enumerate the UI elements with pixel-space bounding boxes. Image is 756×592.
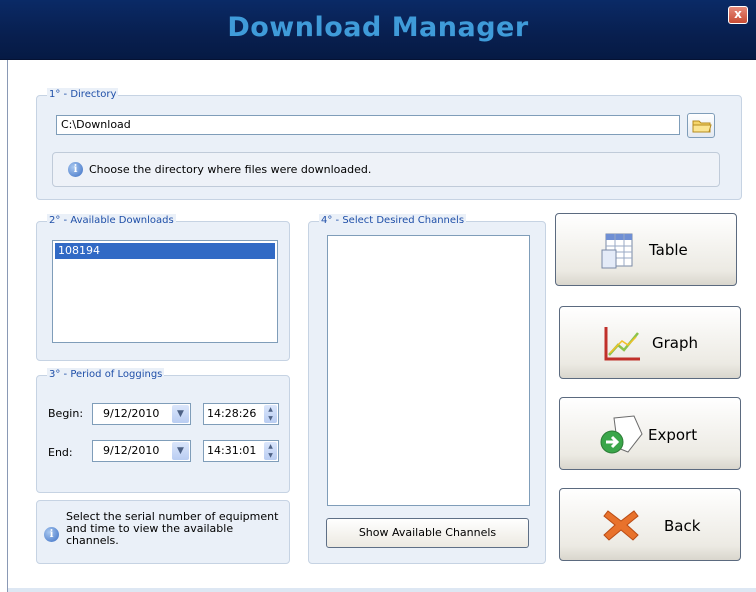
period-group: 3° - Period of Loggings Begin: 9/12/2010… — [36, 368, 290, 493]
cancel-x-icon — [603, 510, 639, 541]
begin-time-spinner[interactable]: 14:28:26 ▲ ▼ — [203, 403, 279, 425]
title-bar: Download Manager x — [0, 0, 756, 60]
back-button[interactable]: Back — [559, 488, 741, 561]
chevron-down-icon[interactable]: ▼ — [172, 442, 189, 460]
directory-info-box: i Choose the directory where files were … — [52, 152, 720, 187]
browse-folder-button[interactable] — [687, 113, 715, 138]
export-icon — [600, 415, 643, 454]
window-frame-bottom — [8, 588, 756, 592]
hint-box: i Select the serial number of equipment … — [36, 500, 290, 564]
downloads-group: 2° - Available Downloads 108194 — [36, 214, 290, 361]
export-button-label: Export — [648, 426, 698, 444]
window-title: Download Manager — [227, 12, 529, 43]
downloads-list[interactable]: 108194 — [52, 240, 278, 343]
export-button[interactable]: Export — [559, 397, 741, 470]
end-label: End: — [48, 446, 73, 459]
window-frame-left — [0, 60, 8, 592]
close-button[interactable]: x — [728, 6, 748, 24]
directory-path-input[interactable]: C:\Download — [56, 115, 680, 135]
table-button-label: Table — [649, 241, 688, 259]
back-button-label: Back — [664, 517, 701, 535]
end-time-spinner[interactable]: 14:31:01 ▲ ▼ — [203, 440, 279, 462]
list-item[interactable]: 108194 — [55, 243, 275, 259]
spinner-arrows-icon[interactable]: ▲ ▼ — [264, 442, 277, 460]
info-icon: i — [68, 162, 83, 177]
graph-icon — [604, 327, 640, 361]
begin-date-value: 9/12/2010 — [103, 407, 160, 420]
graph-button-label: Graph — [652, 334, 699, 352]
graph-button[interactable]: Graph — [559, 306, 741, 379]
directory-legend: 1° - Directory — [47, 88, 119, 102]
channels-list[interactable] — [327, 235, 530, 506]
hint-text: Select the serial number of equipment an… — [66, 510, 279, 547]
begin-date-picker[interactable]: 9/12/2010 ▼ — [92, 403, 191, 425]
end-date-value: 9/12/2010 — [103, 444, 160, 457]
chevron-down-icon[interactable]: ▼ — [172, 405, 189, 423]
show-available-channels-button[interactable]: Show Available Channels — [326, 518, 529, 548]
downloads-legend: 2° - Available Downloads — [47, 214, 176, 228]
table-button[interactable]: Table — [555, 213, 737, 286]
channels-group: 4° - Select Desired Channels Show Availa… — [308, 214, 546, 564]
end-date-picker[interactable]: 9/12/2010 ▼ — [92, 440, 191, 462]
directory-group: 1° - Directory C:\Download i Choose the … — [36, 88, 742, 200]
info-icon: i — [44, 527, 59, 542]
directory-info-text: Choose the directory where files were do… — [89, 163, 372, 176]
period-legend: 3° - Period of Loggings — [47, 368, 165, 382]
folder-icon — [692, 120, 712, 133]
table-icon — [601, 233, 633, 269]
begin-time-value: 14:28:26 — [207, 407, 257, 420]
spinner-arrows-icon[interactable]: ▲ ▼ — [264, 405, 277, 423]
end-time-value: 14:31:01 — [207, 444, 257, 457]
channels-legend: 4° - Select Desired Channels — [319, 214, 467, 228]
begin-label: Begin: — [48, 407, 84, 420]
